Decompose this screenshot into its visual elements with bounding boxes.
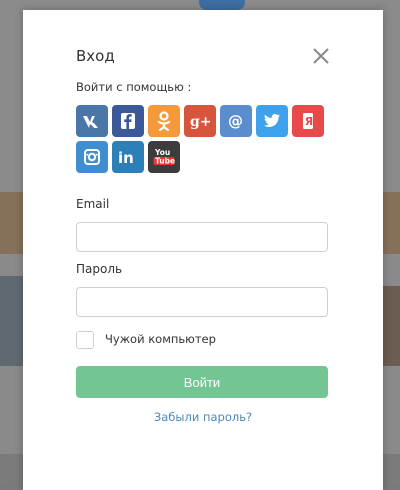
google-plus-login-button[interactable]: g+ (184, 105, 216, 137)
twitter-icon (263, 113, 281, 129)
close-button[interactable] (311, 46, 331, 66)
svg-text:@: @ (228, 112, 243, 130)
facebook-login-button[interactable] (112, 105, 144, 137)
forgot-password-link[interactable]: Забыли пароль? (23, 410, 383, 424)
instagram-icon (83, 148, 101, 166)
login-modal: Вход Войти с помощью : g+ @ Яin YouTube Ema… (23, 10, 383, 490)
yandex-icon: Я (302, 112, 314, 130)
background-photo-right (380, 286, 400, 366)
modal-title: Вход (76, 47, 115, 65)
svg-text:Tube: Tube (155, 157, 175, 166)
yandex-login-button[interactable]: Я (292, 105, 324, 137)
facebook-icon (120, 112, 136, 130)
svg-text:in: in (118, 149, 134, 165)
google-plus-icon: g+ (190, 113, 210, 129)
svg-text:g+: g+ (190, 114, 210, 129)
odnoklassniki-icon (157, 111, 171, 131)
vk-icon (82, 114, 102, 128)
svg-text:Я: Я (305, 115, 313, 128)
email-label: Email (76, 197, 109, 211)
email-field[interactable] (76, 222, 328, 252)
password-field[interactable] (76, 287, 328, 317)
close-icon (311, 46, 331, 66)
foreign-computer-label: Чужой компьютер (105, 332, 216, 346)
mail-icon: @ (227, 112, 245, 130)
youtube-login-button[interactable]: YouTube (148, 141, 180, 173)
linkedin-login-button[interactable]: in (112, 141, 144, 173)
background-photo-left (0, 276, 24, 366)
password-label: Пароль (76, 262, 122, 276)
social-login-label: Войти с помощью : (76, 80, 191, 94)
youtube-icon: YouTube (152, 147, 176, 167)
foreign-computer-checkbox[interactable] (76, 331, 94, 349)
linkedin-icon: in (118, 149, 138, 165)
instagram-login-button[interactable] (76, 141, 108, 173)
vk-login-button[interactable] (76, 105, 108, 137)
mail-login-button[interactable]: @ (220, 105, 252, 137)
background-logo-pill (199, 0, 245, 10)
odnoklassniki-login-button[interactable] (148, 105, 180, 137)
twitter-login-button[interactable] (256, 105, 288, 137)
login-button[interactable]: Войти (76, 366, 328, 398)
